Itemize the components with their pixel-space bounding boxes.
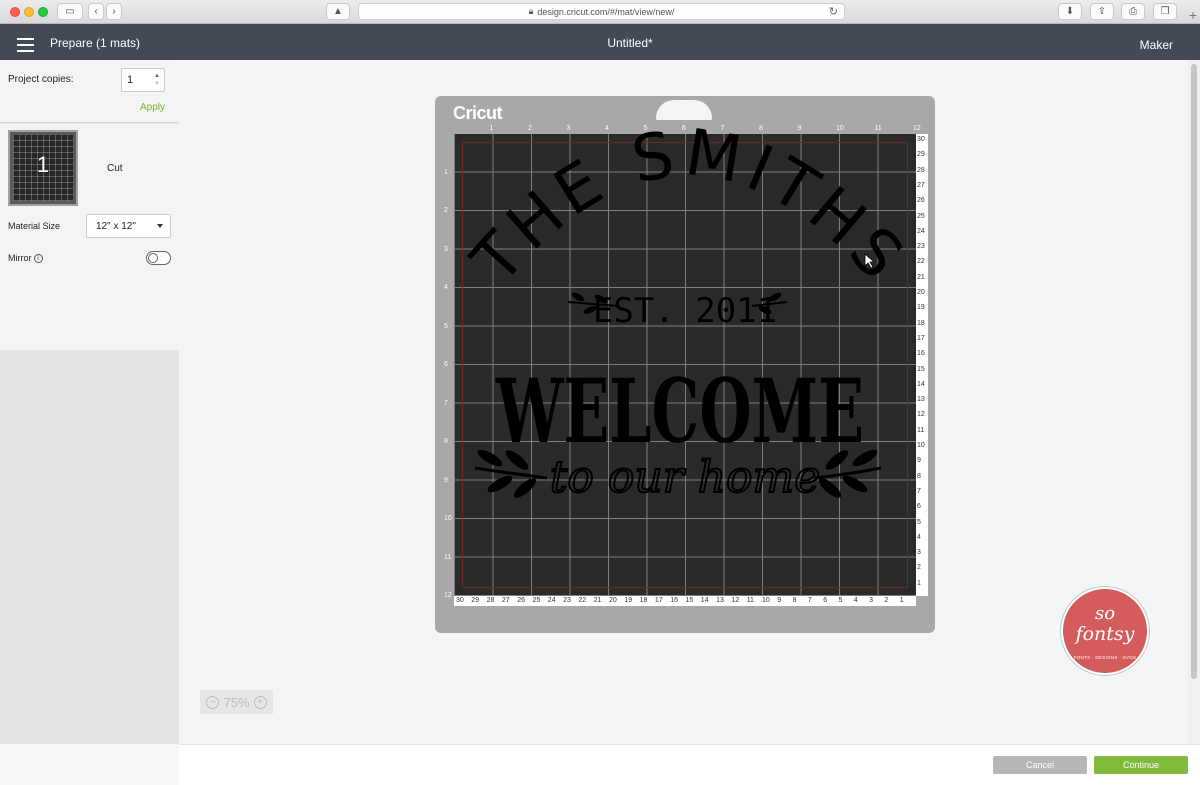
design-line-2: EST. 2011 <box>593 291 777 331</box>
info-icon[interactable]: i <box>33 253 43 263</box>
reload-icon[interactable]: ↻ <box>829 5 838 18</box>
sidebar-toggle-icon[interactable]: ▭ <box>57 3 83 20</box>
mat-mode-label: Cut <box>107 163 123 174</box>
footer-bar: Cancel Continue <box>179 744 1200 785</box>
copies-stepper[interactable]: ▲ ▼ <box>154 72 160 88</box>
zoom-control: − 75% + <box>200 690 273 714</box>
watermark-line-2: fontsy <box>1075 623 1135 645</box>
document-title: Untitled* <box>607 36 653 50</box>
copies-value: 1 <box>127 74 134 86</box>
zoom-window-button[interactable] <box>38 7 48 17</box>
zoom-level: 75% <box>223 694 250 710</box>
minimize-window-button[interactable] <box>24 7 34 17</box>
vertical-scrollbar[interactable] <box>1188 60 1200 744</box>
material-size-value: 12" x 12" <box>96 221 136 232</box>
cutting-mat[interactable]: Cricut 1 2 3 4 5 6 7 8 9 10 11 12 1 2 3 4 5 6 7 8 9 10 11 12 3… <box>435 96 935 633</box>
app-header: Prepare (1 mats) Untitled* Maker <box>0 24 1200 60</box>
stepper-up-icon[interactable]: ▲ <box>154 72 160 80</box>
zoom-in-icon[interactable]: + <box>253 695 267 709</box>
copies-label: Project copies: <box>8 74 74 85</box>
sidebar: Project copies: 1 ▲ ▼ Apply 1 Cut Materi… <box>0 60 179 744</box>
new-tab-icon[interactable]: + <box>1186 6 1200 24</box>
url-text: design.cricut.com/#/mat/view/new/ <box>537 6 675 17</box>
design-line-4: to our home <box>550 452 821 503</box>
material-size-label: Material Size <box>8 221 61 231</box>
sofontsy-watermark-logo: so fontsy FONTS · DESIGNS · SVGS <box>1061 587 1149 675</box>
print-icon[interactable]: ⎙ <box>1121 3 1145 20</box>
watermark-line-1: so <box>1094 603 1116 624</box>
site-favicon-icon[interactable]: ▲ <box>326 3 350 20</box>
downloads-icon[interactable]: ⬇ <box>1058 3 1082 20</box>
tabs-overview-icon[interactable]: ❐ <box>1153 3 1177 20</box>
mat-thumbnail[interactable]: 1 <box>8 130 78 206</box>
mirror-toggle[interactable] <box>146 251 171 265</box>
zoom-out-icon[interactable]: − <box>206 695 220 709</box>
toggle-knob <box>148 253 158 263</box>
close-window-button[interactable] <box>10 7 20 17</box>
svg-text:THE SMITHS: THE SMITHS <box>458 116 920 298</box>
cancel-button[interactable]: Cancel <box>993 756 1087 774</box>
browser-toolbar: ▭ ‹ › ▲ 🔒︎ design.cricut.com/#/mat/view/… <box>0 0 1200 24</box>
continue-button[interactable]: Continue <box>1094 756 1188 774</box>
mat-number: 1 <box>36 152 50 177</box>
apply-button[interactable]: Apply <box>140 102 165 113</box>
mirror-label: Mirror <box>8 253 32 263</box>
mirror-label-group: Mirror i <box>8 253 43 263</box>
watermark-tagline: FONTS · DESIGNS · SVGS <box>1073 655 1137 660</box>
machine-selector[interactable]: Maker <box>1140 38 1173 52</box>
design-line-1: THE SMITHS <box>458 116 914 298</box>
design-line-3: WELCOME <box>495 359 864 463</box>
copies-input[interactable]: 1 ▲ ▼ <box>121 68 165 92</box>
scrollbar-thumb[interactable] <box>1191 64 1197 679</box>
copies-panel: Project copies: 1 ▲ ▼ Apply <box>0 60 179 123</box>
material-size-select[interactable]: 12" x 12" <box>86 214 171 238</box>
share-icon[interactable]: ⇪ <box>1090 3 1114 20</box>
address-bar[interactable]: 🔒︎ design.cricut.com/#/mat/view/new/ ↻ <box>358 3 845 20</box>
welcome-design[interactable]: THE SMITHS EST. 2011 WELCOME to our home <box>435 96 935 633</box>
forward-icon[interactable]: › <box>106 3 122 20</box>
lock-icon: 🔒︎ <box>528 6 534 16</box>
mat-panel: 1 Cut Material Size 12" x 12" Mirror i <box>0 124 179 350</box>
caret-down-icon <box>157 224 163 228</box>
stepper-down-icon[interactable]: ▼ <box>154 80 160 88</box>
back-icon[interactable]: ‹ <box>88 3 104 20</box>
footer-left <box>0 744 179 785</box>
